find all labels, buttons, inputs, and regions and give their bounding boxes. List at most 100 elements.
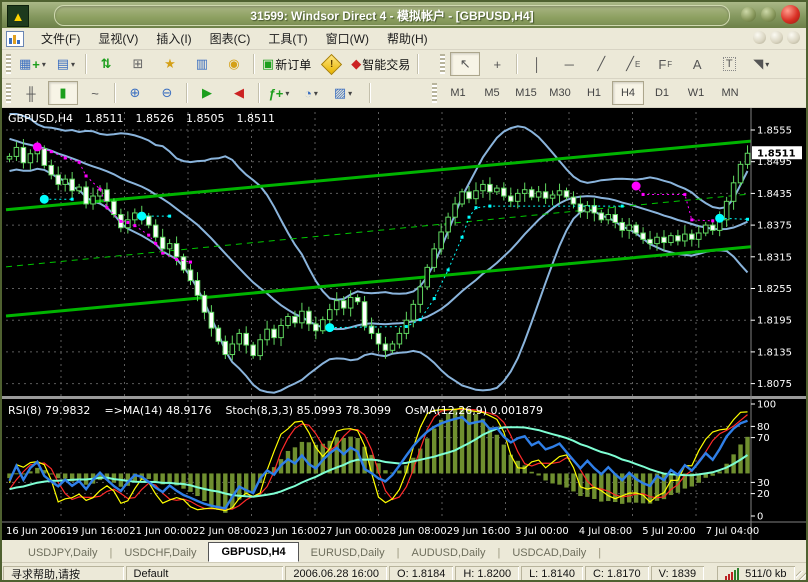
zoom-in-button[interactable]: ⊕ (120, 81, 150, 105)
candle-body (669, 236, 674, 243)
chart-shift-button[interactable]: ◀ (224, 81, 254, 105)
candle-body (327, 310, 332, 320)
trail-dot (64, 157, 67, 160)
toolbar-grip[interactable] (432, 83, 437, 103)
status-high: H: 1.8200 (455, 566, 519, 582)
navigator-button[interactable]: ★ (155, 52, 185, 76)
channel-button[interactable]: ╱E (618, 52, 648, 76)
status-open: O: 1.8184 (389, 566, 453, 582)
fibonacci-button[interactable]: FF (650, 52, 680, 76)
window-resize-grip[interactable] (796, 571, 806, 582)
status-low: L: 1.8140 (521, 566, 583, 582)
cursor-tool-button[interactable]: ↖ (450, 52, 480, 76)
tab-usdjpy[interactable]: USDJPY,Daily (16, 544, 110, 562)
profiles-button[interactable]: ▤▾ (51, 52, 81, 76)
menu-window[interactable]: 窗口(W) (317, 28, 378, 49)
indicators-button[interactable]: ƒ+▾ (264, 81, 294, 105)
data-window-button[interactable]: ⊞ (123, 52, 153, 76)
trail-big-dot (33, 142, 42, 151)
navigator-star-icon: ★ (164, 56, 176, 72)
line-chart-button[interactable]: ~ (80, 81, 110, 105)
chart-window-icon (6, 31, 24, 47)
osma-bar (348, 437, 352, 474)
price-axis-label: 1.8195 (757, 316, 792, 327)
zoom-out-button[interactable]: ⊖ (152, 81, 182, 105)
templates-button[interactable]: ▨▾ (328, 81, 358, 105)
text-tool-button[interactable]: A (682, 52, 712, 76)
title-bar[interactable]: ▲ 31599: Windsor Direct 4 - 模拟帐户 - [GBPU… (2, 2, 806, 28)
candle-body (279, 325, 284, 337)
menu-help[interactable]: 帮助(H) (378, 28, 437, 49)
new-chart-button[interactable]: ▦+▾ (16, 52, 49, 76)
maximize-button[interactable] (761, 7, 776, 22)
candle-body (209, 312, 214, 328)
osma-bar (585, 473, 589, 496)
menu-file[interactable]: 文件(F) (32, 28, 89, 49)
mdi-restore-button[interactable] (770, 31, 783, 44)
tab-audusd[interactable]: AUDUSD,Daily (400, 544, 498, 562)
tab-eurusd[interactable]: EURUSD,Daily (299, 544, 397, 562)
arrows-icon: ◥ (753, 56, 763, 72)
trendline-button[interactable]: ╱ (586, 52, 616, 76)
horizontal-line-button[interactable]: ─ (554, 52, 584, 76)
mdi-close-button[interactable] (787, 31, 800, 44)
arrows-button[interactable]: ◥▾ (746, 52, 776, 76)
expert-advisors-button[interactable]: ◆智能交易 (348, 52, 413, 76)
candle-body (70, 179, 75, 191)
period-m1-button[interactable]: M1 (442, 81, 474, 105)
crosshair-tool-button[interactable]: + (482, 52, 512, 76)
menu-insert[interactable]: 插入(I) (147, 28, 200, 49)
period-d1-button[interactable]: D1 (646, 81, 678, 105)
toolbar-grip[interactable] (6, 54, 11, 74)
minimize-button[interactable] (741, 7, 756, 22)
period-m15-button[interactable]: M15 (510, 81, 542, 105)
periods-button[interactable]: ◔▾ (296, 81, 326, 105)
candle-body (515, 193, 520, 201)
text-label-button[interactable]: T (714, 52, 744, 76)
candle-body (195, 281, 200, 296)
trail-dot (468, 216, 471, 219)
osma-bar (488, 427, 492, 473)
bar-chart-button[interactable]: ╫ (16, 81, 46, 105)
candle-body (578, 204, 583, 212)
period-w1-button[interactable]: W1 (680, 81, 712, 105)
toolbar-grip[interactable] (6, 83, 11, 103)
indicator-axis-label: 0 (757, 512, 763, 523)
trail-dot (98, 188, 101, 191)
period-m5-button[interactable]: M5 (476, 81, 508, 105)
candlestick-button[interactable]: ▮ (48, 81, 78, 105)
time-axis-label: 29 Jun 16:00 (447, 526, 511, 537)
trail-dot (690, 218, 693, 221)
menu-tools[interactable]: 工具(T) (259, 28, 316, 49)
indicator-axis-label: 100 (757, 400, 776, 411)
period-h4-button[interactable]: H4 (612, 81, 644, 105)
mdi-minimize-button[interactable] (753, 31, 766, 44)
terminal-button[interactable]: ▥ (187, 52, 217, 76)
period-mn-button[interactable]: MN (714, 81, 746, 105)
tab-usdchf[interactable]: USDCHF,Daily (112, 544, 208, 562)
tab-gbpusd[interactable]: GBPUSD,H4 (208, 542, 298, 562)
close-button[interactable] (781, 5, 800, 24)
tab-usdcad[interactable]: USDCAD,Daily (500, 544, 598, 562)
trail-dot (189, 261, 192, 264)
toolbar-grip[interactable] (440, 54, 445, 74)
status-volume: V: 1839 (651, 566, 705, 582)
period-h1-button[interactable]: H1 (578, 81, 610, 105)
candle-body (411, 304, 416, 320)
candle-body (710, 225, 715, 230)
vertical-line-button[interactable]: │ (522, 52, 552, 76)
price-chart-canvas[interactable]: 1.85551.84951.84351.83751.83151.82551.81… (2, 108, 806, 540)
time-axis-label: 27 Jun 00:00 (320, 526, 384, 537)
strategy-tester-button[interactable]: ◉ (219, 52, 249, 76)
osma-bar (711, 473, 715, 475)
metaeditor-button[interactable]: ! (316, 52, 346, 76)
time-axis-label: 16 Jun 2006 (6, 526, 66, 537)
osma-bar (383, 470, 387, 473)
trail-dot (433, 297, 436, 300)
period-m30-button[interactable]: M30 (544, 81, 576, 105)
menu-charts[interactable]: 图表(C) (201, 28, 260, 49)
auto-scroll-button[interactable]: ▶ (192, 81, 222, 105)
menu-view[interactable]: 显视(V) (89, 28, 147, 49)
new-order-button[interactable]: ▣新订单 (259, 52, 314, 76)
market-watch-button[interactable]: ⇅ (91, 52, 121, 76)
